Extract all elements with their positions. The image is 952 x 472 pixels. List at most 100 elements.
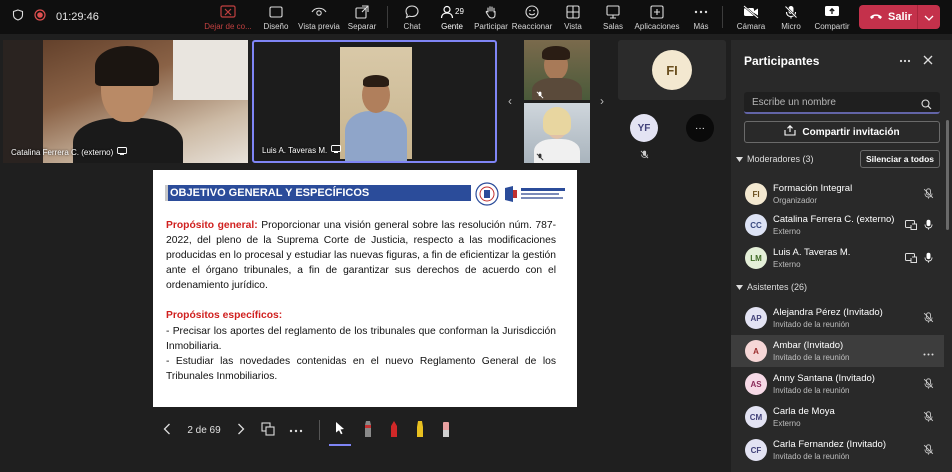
caret-down-icon bbox=[736, 282, 743, 292]
leave-main[interactable]: Salir bbox=[859, 11, 917, 23]
participant-row[interactable]: LM Luis A. Taveras M. Externo bbox=[731, 242, 944, 274]
people-icon: 29 bbox=[437, 4, 467, 20]
panel-close-button[interactable] bbox=[923, 52, 933, 70]
more-label: Más bbox=[693, 21, 709, 31]
mic-off-icon[interactable] bbox=[923, 376, 934, 394]
share-button[interactable]: Compartir bbox=[811, 0, 853, 34]
previous-slide-button[interactable] bbox=[159, 414, 175, 446]
video-tile-catalina[interactable]: Catalina Ferrera C. (externo) bbox=[3, 40, 248, 163]
next-slide-button[interactable] bbox=[233, 414, 249, 446]
eraser-tool-button[interactable] bbox=[437, 414, 455, 446]
video-tile-small-1[interactable] bbox=[524, 40, 590, 100]
more-dots-icon bbox=[289, 425, 303, 436]
mic-off-icon[interactable] bbox=[923, 186, 934, 204]
preview-button[interactable]: Vista previa bbox=[297, 0, 341, 34]
participant-role: Invitado de la reunión bbox=[773, 386, 850, 395]
mic-off-icon bbox=[536, 86, 544, 100]
chevron-left-icon[interactable]: ‹ bbox=[508, 94, 512, 108]
share-invite-button[interactable]: Compartir invitación bbox=[744, 121, 940, 143]
mic-off-icon[interactable] bbox=[923, 310, 934, 328]
participant-name: Carla Fernandez (Invitado) bbox=[773, 439, 886, 450]
smiley-icon bbox=[524, 4, 540, 20]
panel-scrollbar[interactable] bbox=[946, 120, 949, 230]
avatar: FI bbox=[745, 183, 767, 205]
video-tile-luis[interactable]: Luis A. Taveras M. bbox=[252, 40, 497, 163]
slide-grid-button[interactable] bbox=[259, 414, 277, 446]
search-input[interactable] bbox=[752, 96, 912, 108]
view-button[interactable]: Vista bbox=[558, 0, 588, 34]
chat-button[interactable]: Chat bbox=[398, 0, 426, 34]
react-button[interactable]: Reaccionar bbox=[511, 0, 553, 34]
participant-status-icons bbox=[923, 343, 934, 361]
avatar-yf[interactable]: YF bbox=[630, 114, 658, 142]
rooms-button[interactable]: Salas bbox=[598, 0, 628, 34]
people-button[interactable]: 29 Gente bbox=[434, 0, 470, 34]
mute-all-button[interactable]: Silenciar a todos bbox=[860, 150, 940, 168]
general-purpose-label: Propósito general: bbox=[166, 220, 258, 231]
layout-button[interactable]: Diseño bbox=[258, 0, 294, 34]
rooms-label: Salas bbox=[602, 21, 623, 31]
more-dots-icon[interactable] bbox=[923, 343, 934, 361]
participant-row[interactable]: A Ambar (Invitado) Invitado de la reunión bbox=[731, 335, 944, 367]
participant-row[interactable]: AP Alejandra Pérez (Invitado) Invitado de … bbox=[731, 302, 944, 334]
more-participants-button[interactable]: ··· bbox=[686, 114, 714, 142]
video-tile-formacion[interactable]: FI bbox=[618, 40, 726, 100]
shield-icon bbox=[12, 8, 24, 26]
toolbar-left: 01:29:46 bbox=[12, 0, 99, 34]
avatar: CC bbox=[745, 214, 767, 236]
stop-sharing-button[interactable]: Dejar de co... bbox=[202, 0, 254, 34]
chevron-left-icon bbox=[163, 423, 171, 438]
share-screen-icon bbox=[824, 4, 840, 20]
participant-row[interactable]: CC Catalina Ferrera C. (externo) Externo bbox=[731, 209, 944, 241]
apps-button[interactable]: Aplicaciones bbox=[632, 0, 682, 34]
laser-tool-button[interactable] bbox=[385, 414, 403, 446]
camera-button[interactable]: Cámara bbox=[735, 0, 767, 34]
participant-status-icons bbox=[923, 310, 934, 328]
participant-row[interactable]: CM Carla de Moya Externo bbox=[731, 401, 944, 433]
highlighter-tool-button[interactable] bbox=[411, 414, 429, 446]
moderators-label: Moderadores (3) bbox=[747, 154, 814, 164]
chevron-down-icon bbox=[924, 8, 934, 26]
layout-icon bbox=[268, 4, 284, 20]
participants-panel: Participantes Compartir invitación Moder… bbox=[731, 40, 952, 472]
mic-icon[interactable] bbox=[923, 250, 934, 268]
teams-meeting-window: 01:29:46 Dejar de co... Diseño Vista pre… bbox=[0, 0, 952, 472]
panel-more-button[interactable] bbox=[899, 52, 911, 66]
raise-hand-button[interactable]: Participar bbox=[472, 0, 510, 34]
participant-name: Formación Integral bbox=[773, 183, 853, 194]
share-icon bbox=[784, 125, 796, 139]
chat-label: Chat bbox=[403, 21, 421, 31]
moderators-section-toggle[interactable]: Moderadores (3) bbox=[736, 154, 814, 164]
hand-icon bbox=[483, 4, 499, 20]
slide-body: Propósito general: Proporcionar una visi… bbox=[166, 218, 556, 384]
slide-title-bar: OBJETIVO GENERAL Y ESPECÍFICOS bbox=[165, 185, 471, 201]
mic-off-icon[interactable] bbox=[923, 442, 934, 460]
chevron-right-icon[interactable]: › bbox=[600, 94, 604, 108]
leave-button[interactable]: Salir bbox=[859, 5, 940, 29]
attendees-section-toggle[interactable]: Asistentes (26) bbox=[736, 282, 807, 292]
slide-title: OBJETIVO GENERAL Y ESPECÍFICOS bbox=[170, 187, 370, 199]
mic-off-icon[interactable] bbox=[923, 409, 934, 427]
recording-icon bbox=[34, 8, 46, 26]
slide-more-button[interactable] bbox=[287, 414, 305, 446]
video-tile-small-2[interactable] bbox=[524, 103, 590, 163]
pointer-tool-button[interactable] bbox=[329, 414, 351, 446]
participant-row[interactable]: FI Formación Integral Organizador bbox=[731, 178, 944, 210]
avatar: AP bbox=[745, 307, 767, 329]
participant-name: Luis A. Taveras M. bbox=[773, 247, 851, 258]
participant-status-icons bbox=[923, 376, 934, 394]
avatar: CF bbox=[745, 439, 767, 461]
mic-icon[interactable] bbox=[923, 217, 934, 235]
more-button[interactable]: Más bbox=[688, 0, 714, 34]
participant-row[interactable]: AS Anny Santana (Invitado) Invitado de la … bbox=[731, 368, 944, 400]
participant-video-catalina bbox=[3, 40, 248, 163]
participant-search[interactable] bbox=[744, 92, 940, 114]
leave-options-button[interactable] bbox=[918, 8, 940, 26]
tools-divider bbox=[319, 420, 320, 440]
pen-tool-button[interactable] bbox=[359, 414, 377, 446]
pop-out-button[interactable]: Separar bbox=[344, 0, 380, 34]
more-dots-icon bbox=[899, 52, 911, 66]
people-count-badge: 29 bbox=[455, 7, 464, 16]
mic-button[interactable]: Micro bbox=[776, 0, 806, 34]
participant-row[interactable]: CF Carla Fernandez (Invitado) Invitado de … bbox=[731, 434, 944, 466]
